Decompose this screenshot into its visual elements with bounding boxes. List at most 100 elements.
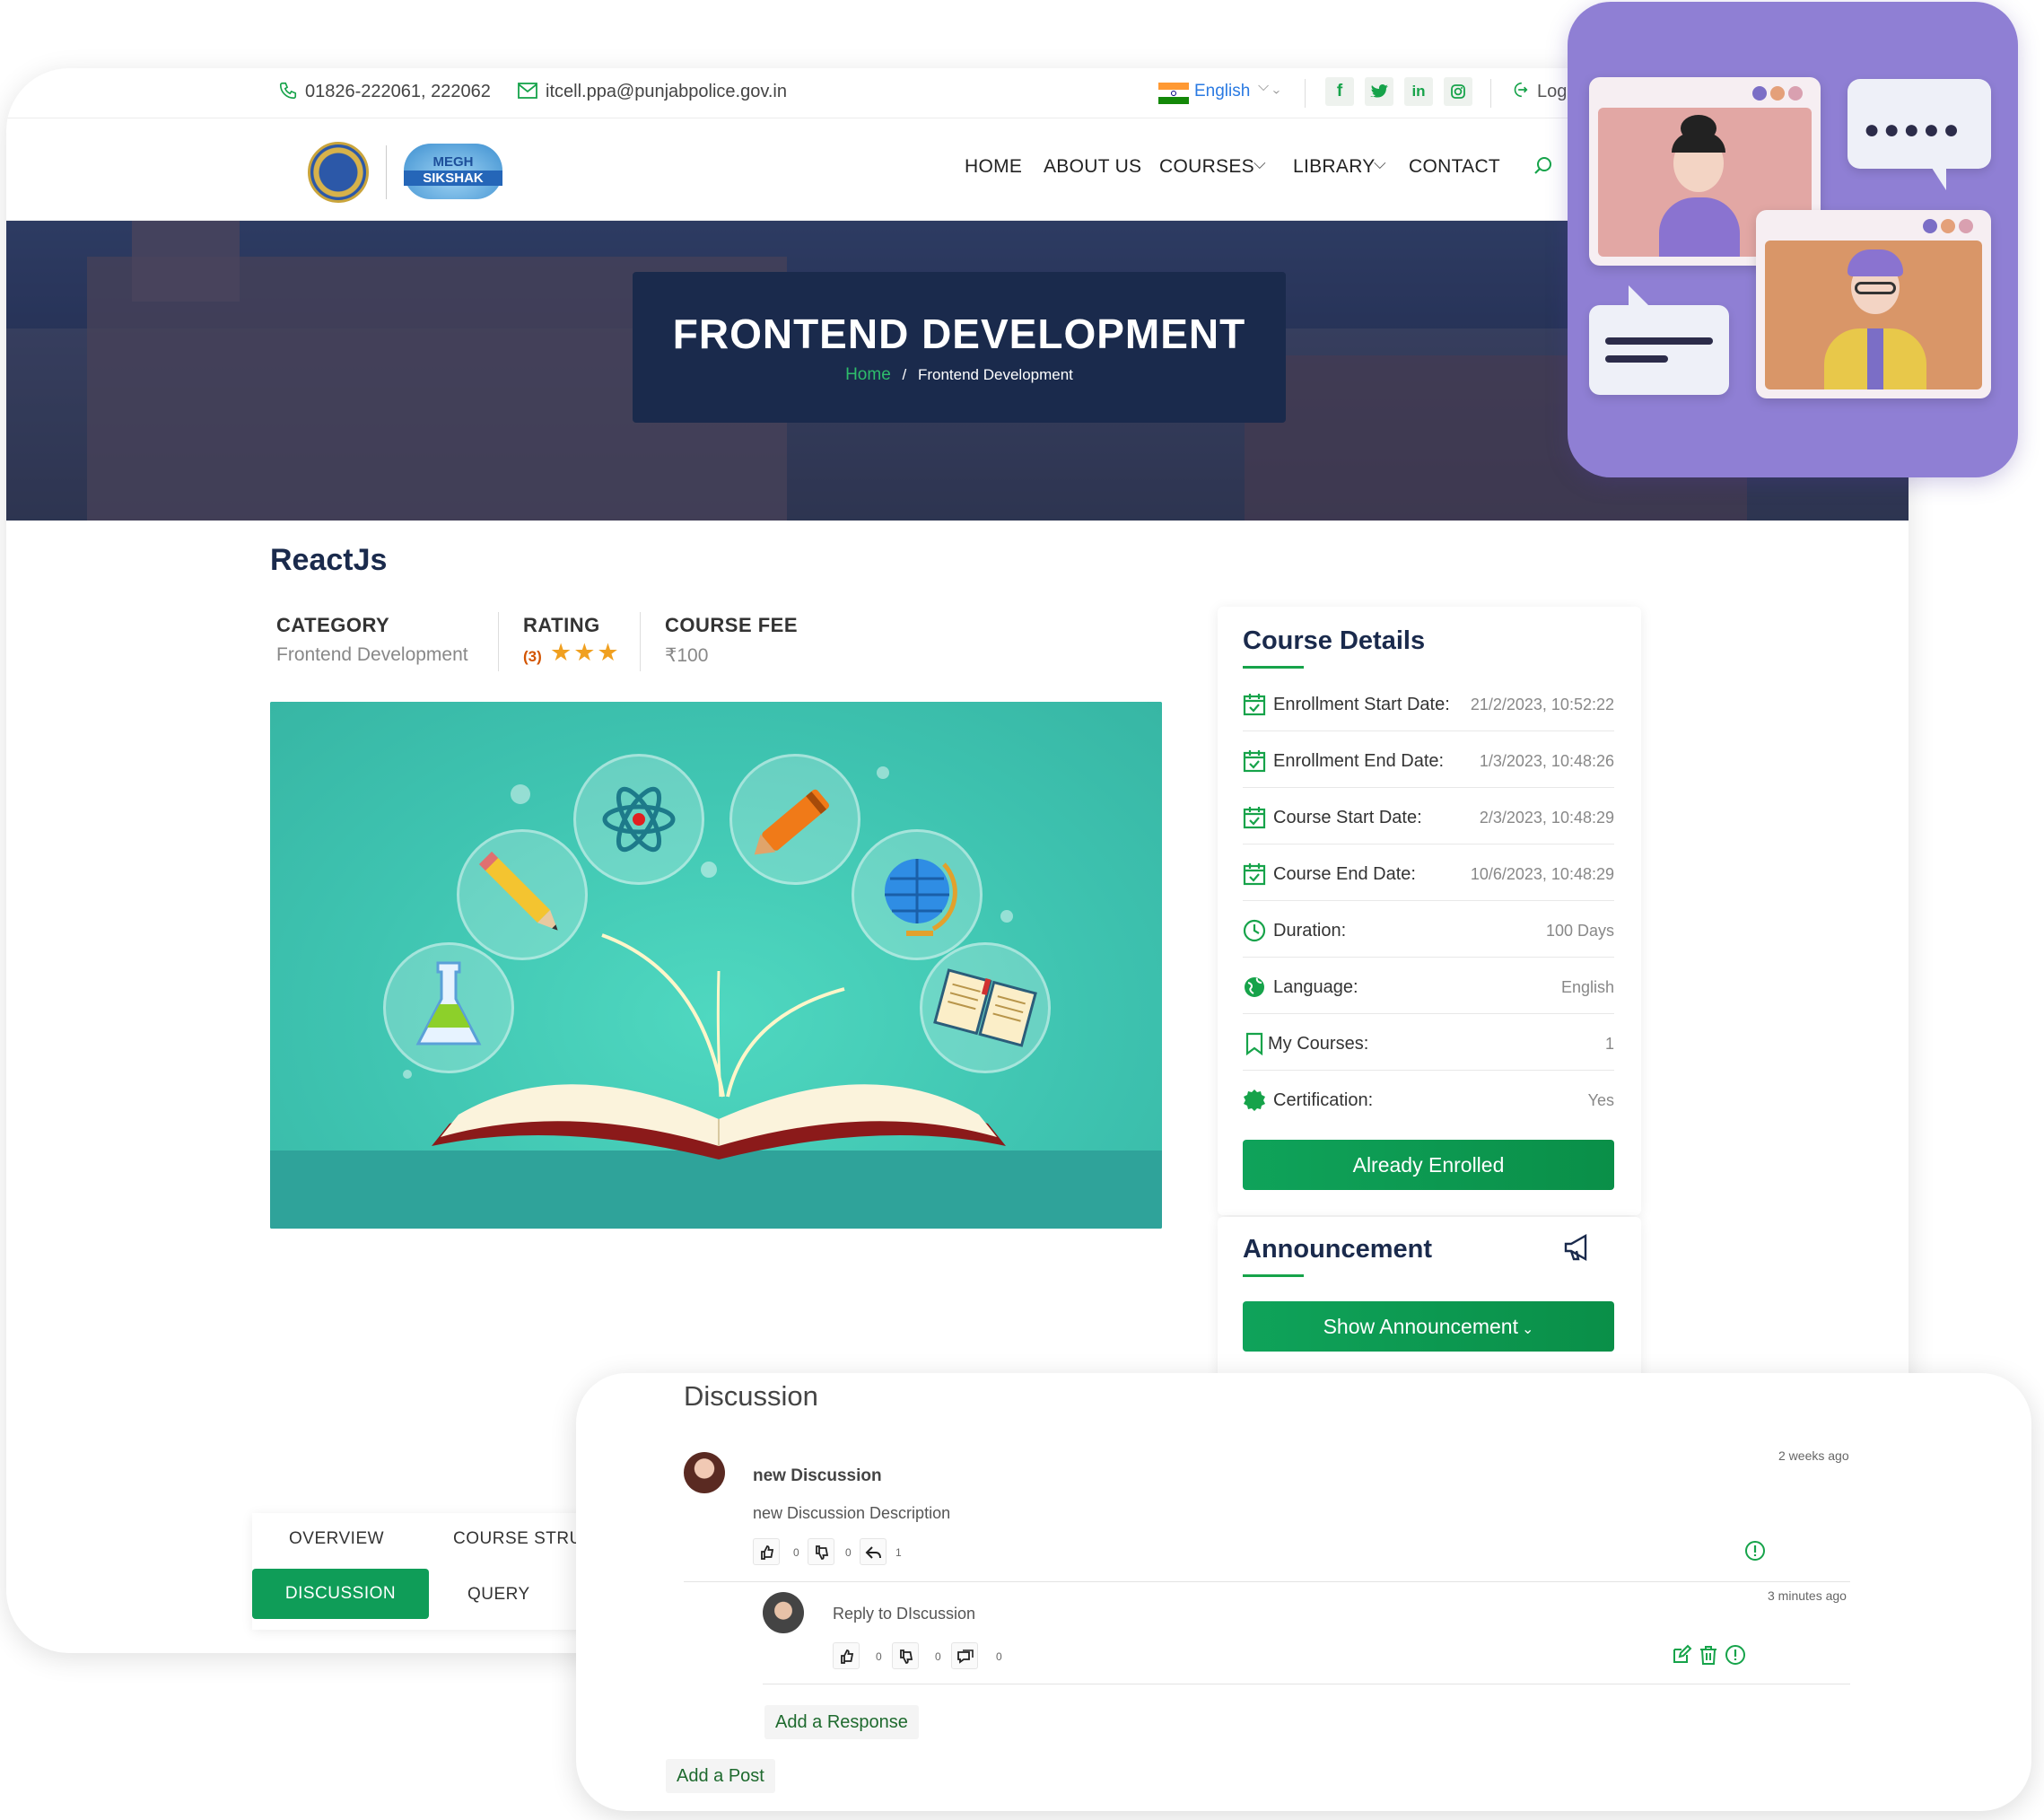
tab-course-structure[interactable]: COURSE STRU [453,1529,582,1549]
detail-row: Enrollment Start Date: 21/2/2023, 10:52:… [1243,675,1614,731]
nav-courses[interactable]: COURSES [1159,156,1254,178]
add-post-button[interactable]: Add a Post [666,1759,775,1793]
detail-label: Enrollment End Date: [1273,751,1445,771]
thumbs-down-icon [816,1545,829,1560]
language-select[interactable]: English [1194,82,1250,101]
login-link[interactable]: Log [1537,82,1567,102]
course-details-card: Course Details Enrollment Start Date: 21… [1218,607,1641,1215]
detail-value: 21/2/2023, 10:52:22 [1470,696,1614,713]
detail-value: 1 [1604,1035,1614,1053]
fee-value: ₹100 [665,645,709,666]
email-link[interactable]: itcell.ppa@punjabpolice.gov.in [546,82,787,102]
linkedin-icon[interactable]: in [1404,77,1433,106]
detail-row: Course End Date: 10/6/2023, 10:48:29 [1243,844,1614,901]
heading-underline [1243,1274,1304,1277]
calendar-check-icon [1243,694,1266,716]
avatar [684,1452,725,1493]
reply-time: 3 minutes ago [1768,1588,1847,1603]
breadcrumb-current: Frontend Development [917,366,1073,383]
like-count: 0 [876,1650,882,1663]
india-flag-icon [1158,83,1189,104]
police-emblem-logo[interactable] [308,142,369,203]
book-icon [920,942,1051,1073]
chevron-down-icon: ⌵ [1374,154,1386,172]
tab-query[interactable]: QUERY [467,1585,530,1605]
tab-overview[interactable]: OVERVIEW [289,1529,384,1549]
nav-contact[interactable]: CONTACT [1409,156,1500,178]
badge-icon [1244,1089,1265,1111]
dislike-button[interactable] [808,1538,834,1565]
discussion-title: Discussion [684,1380,818,1412]
course-name: ReactJs [270,543,388,577]
reply-button[interactable] [860,1538,887,1565]
chevron-down-icon: ⌵ [1253,154,1266,172]
rating-count: (3) [523,648,542,665]
tab-discussion[interactable]: DISCUSSION [252,1569,429,1619]
detail-value: English [1560,978,1614,996]
facebook-icon[interactable]: f [1325,77,1354,106]
course-details-heading: Course Details [1243,626,1426,655]
detail-label: Certification: [1273,1090,1374,1110]
page-title: FRONTEND DEVELOPMENT [672,311,1246,357]
nav-about[interactable]: ABOUT US [1044,156,1141,178]
detail-value: 10/6/2023, 10:48:29 [1470,865,1614,883]
nav-home[interactable]: HOME [965,156,1022,178]
login-icon [1514,82,1528,98]
reply-count: 1 [895,1546,902,1559]
atom-icon [573,754,704,885]
chat-bubble-icon: ●●●●● [1847,79,1991,190]
reply-icon [865,1546,881,1559]
course-tabs: OVERVIEW COURSE STRU DISCUSSION QUERY [252,1513,611,1630]
like-button[interactable] [753,1538,780,1565]
detail-row: My Courses: 1 [1243,1014,1614,1071]
breadcrumb-home[interactable]: Home [845,365,891,384]
calendar-check-icon [1243,807,1266,829]
meta-divider [498,612,499,671]
detail-label: Course End Date: [1273,864,1416,884]
edit-icon[interactable] [1671,1644,1692,1666]
add-response-button[interactable]: Add a Response [764,1705,919,1739]
show-announcement-button[interactable]: Show Announcement ⌄ [1243,1301,1614,1352]
crayon-icon [729,754,860,885]
comment-button[interactable] [951,1642,978,1669]
thumbs-up-icon [761,1545,774,1560]
category-value: Frontend Development [276,644,468,665]
clock-icon [1243,919,1266,942]
like-button[interactable] [833,1642,860,1669]
avatar-man [1765,241,1982,389]
bookmark-icon [1245,1032,1263,1055]
report-icon[interactable] [1744,1540,1766,1562]
hero-title-box: FRONTEND DEVELOPMENT Home / Frontend Dev… [633,272,1286,423]
post-time: 2 weeks ago [1778,1448,1849,1463]
detail-value: 2/3/2023, 10:48:29 [1479,809,1614,827]
dislike-count: 0 [845,1546,852,1559]
megh-sikshak-logo[interactable]: MEGH SIKSHAK [404,144,502,199]
calendar-check-icon [1243,750,1266,773]
calendar-check-icon [1243,863,1266,886]
comment-count: 0 [996,1650,1002,1663]
discussion-panel: Discussion new Discussion 2 weeks ago ne… [576,1373,2031,1811]
detail-label: Duration: [1273,921,1347,941]
heading-underline [1243,666,1304,669]
already-enrolled-button[interactable]: Already Enrolled [1243,1140,1614,1190]
nav-library[interactable]: LIBRARY [1293,156,1376,178]
mail-icon [518,83,537,99]
flask-icon [383,942,514,1073]
megaphone-icon [1564,1233,1587,1262]
avatar [763,1592,804,1633]
detail-row: Enrollment End Date: 1/3/2023, 10:48:26 [1243,731,1614,788]
twitter-icon[interactable] [1365,77,1393,106]
detail-row: Duration: 100 Days [1243,901,1614,958]
trash-icon[interactable] [1698,1644,1719,1666]
phone-number: 01826-222061, 222062 [305,82,491,101]
detail-label: My Courses: [1268,1034,1369,1054]
dislike-button[interactable] [892,1642,919,1669]
detail-value: 1/3/2023, 10:48:26 [1479,752,1614,770]
breadcrumb: Home / Frontend Development [633,365,1286,385]
divider [1305,79,1306,108]
rating-label: RATING [523,614,600,636]
search-icon[interactable] [1532,154,1555,178]
report-icon[interactable] [1725,1644,1746,1666]
detail-value: 100 Days [1545,922,1614,940]
instagram-icon[interactable] [1444,77,1472,106]
